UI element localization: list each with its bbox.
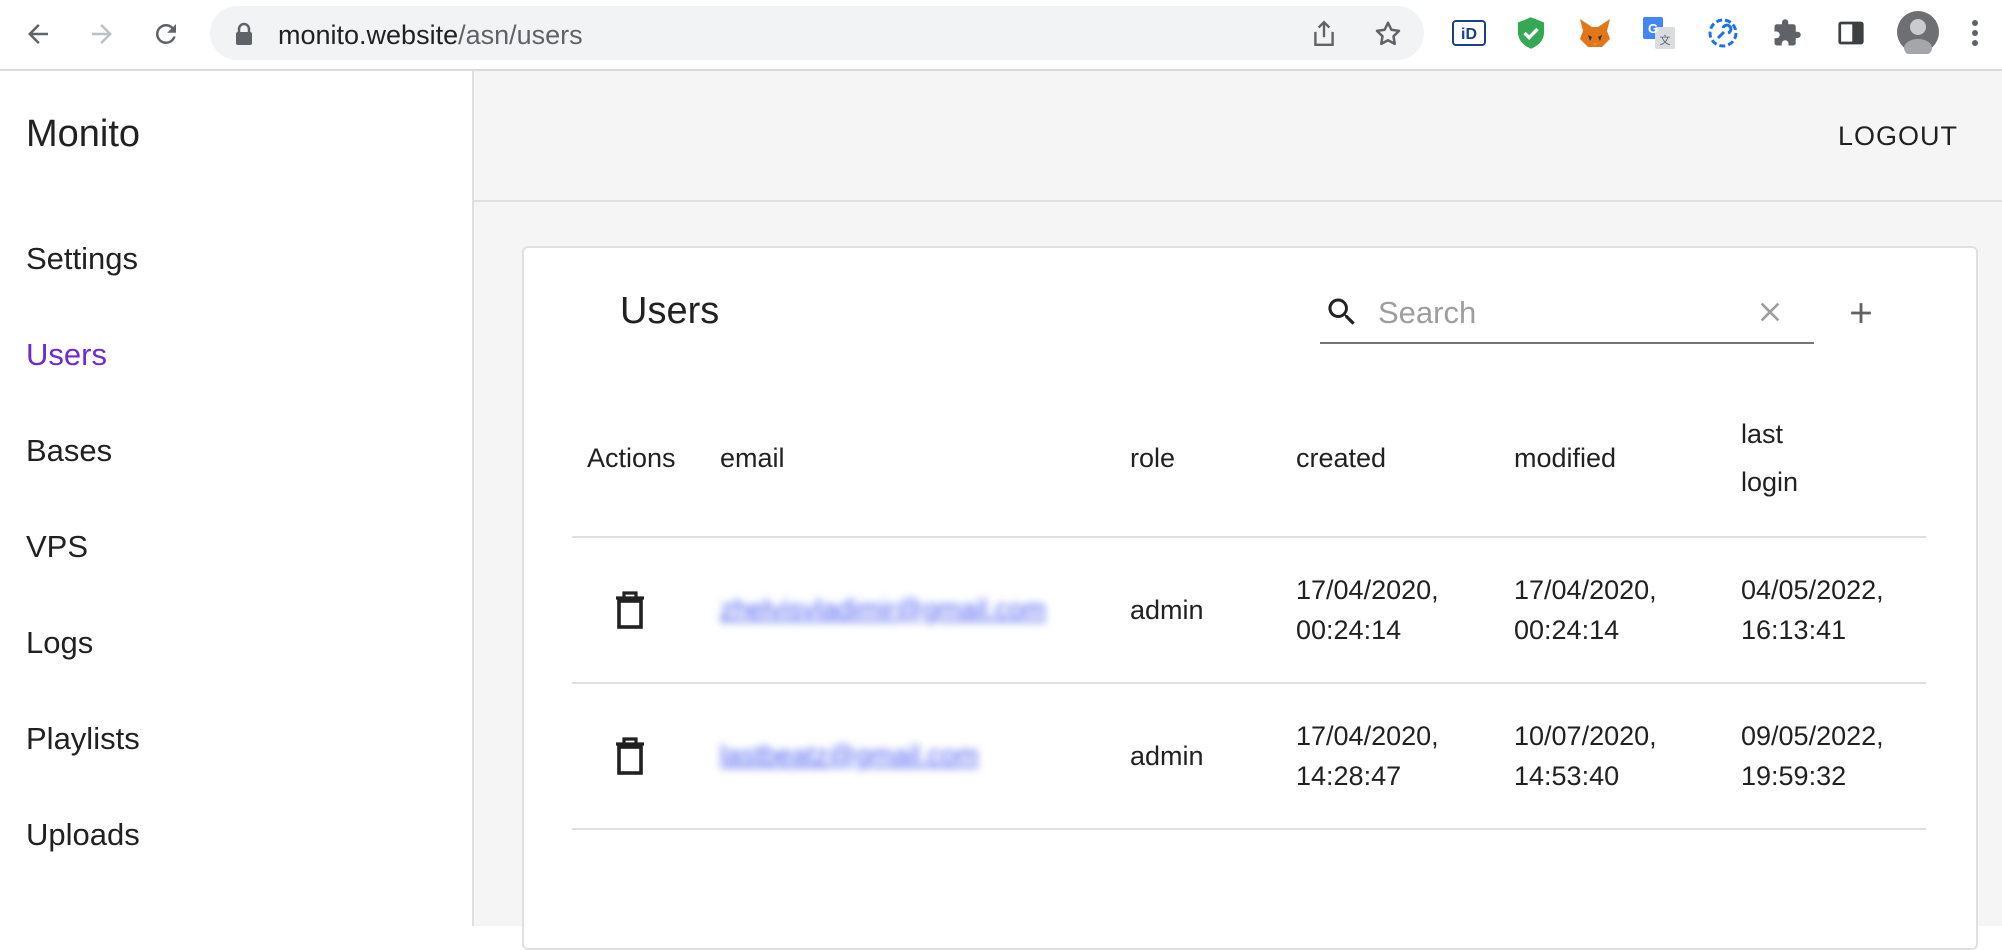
url-text: monito.website/asn/users: [278, 20, 583, 51]
browser-menu-button[interactable]: [1956, 14, 1994, 52]
side-panel-button[interactable]: [1832, 14, 1870, 52]
sidebar: Monito Settings Users Bases VPS Logs Pla…: [0, 71, 474, 926]
sidebar-item-logs[interactable]: Logs: [26, 625, 93, 661]
sidebar-item-users[interactable]: Users: [26, 337, 107, 373]
modified-time: 14:53:40: [1514, 761, 1620, 791]
column-header-role[interactable]: role: [1130, 434, 1175, 482]
sidebar-item-uploads[interactable]: Uploads: [26, 817, 140, 853]
search-field: [1320, 286, 1814, 344]
column-header-email[interactable]: email: [720, 434, 785, 482]
plus-icon: [1851, 303, 1871, 323]
translate-icon: G文: [1643, 17, 1675, 49]
share-icon: [1314, 20, 1334, 46]
back-arrow-icon: [28, 24, 48, 44]
modified-date: 17/04/2020,: [1514, 575, 1657, 605]
header-divider: [572, 536, 1926, 538]
sidebar-item-playlists[interactable]: Playlists: [26, 721, 140, 757]
trash-icon: [616, 737, 644, 775]
column-header-last-login-line2: login: [1741, 467, 1799, 497]
created-time: 00:24:14: [1296, 615, 1402, 645]
ext-shield-button[interactable]: [1512, 14, 1550, 52]
reload-icon: [156, 24, 176, 44]
sidebar-item-settings[interactable]: Settings: [26, 241, 138, 277]
column-header-modified[interactable]: modified: [1514, 434, 1616, 482]
profile-avatar[interactable]: [1896, 10, 1940, 54]
last-login-date: 04/05/2022,: [1741, 575, 1884, 605]
svg-text:iD: iD: [1461, 26, 1477, 43]
column-header-last-login-line1: last: [1741, 419, 1784, 449]
lock-icon: [236, 22, 252, 45]
svg-text:G: G: [1648, 21, 1658, 36]
search-icon: [1328, 298, 1355, 325]
fox-icon: [1580, 19, 1610, 47]
clear-search-icon[interactable]: [1754, 296, 1786, 328]
extensions-button[interactable]: [1768, 14, 1806, 52]
ext-id-button[interactable]: iD: [1450, 14, 1488, 52]
shield-icon: [1517, 17, 1545, 49]
forward-button[interactable]: [80, 12, 124, 56]
created-date: 17/04/2020,: [1296, 575, 1439, 605]
user-email-link[interactable]: lastbeatz@gmail.com: [720, 740, 979, 771]
app-header: LOGOUT: [474, 71, 2002, 202]
add-user-button[interactable]: [1840, 292, 1882, 334]
star-icon: [1375, 21, 1401, 46]
delete-button[interactable]: [610, 588, 650, 632]
sidebar-item-vps[interactable]: VPS: [26, 529, 88, 565]
user-email-link[interactable]: zhelvisvladimir@gmail.com: [720, 594, 1046, 625]
magnifier-wrench-icon: [1708, 18, 1738, 48]
share-button[interactable]: [1308, 18, 1340, 50]
ext-translate-button[interactable]: G文: [1640, 14, 1678, 52]
column-header-created[interactable]: created: [1296, 434, 1386, 482]
ext-fox-button[interactable]: [1576, 14, 1614, 52]
id-extension-icon: iD: [1452, 20, 1486, 46]
side-panel-icon: [1838, 21, 1864, 45]
user-role: admin: [1130, 595, 1204, 625]
more-vert-icon: [1972, 20, 1978, 46]
url-host: monito.website: [278, 20, 459, 50]
forward-arrow-icon: [92, 24, 112, 44]
row-divider: [572, 682, 1926, 684]
user-role: admin: [1130, 741, 1204, 771]
back-button[interactable]: [16, 12, 60, 56]
created-date: 17/04/2020,: [1296, 721, 1439, 751]
sidebar-item-bases[interactable]: Bases: [26, 433, 112, 469]
browser-toolbar: monito.website/asn/users iD G文: [0, 0, 2002, 71]
row-divider: [572, 828, 1926, 830]
last-login-date: 09/05/2022,: [1741, 721, 1884, 751]
svg-text:文: 文: [1660, 33, 1671, 47]
page-title: Users: [620, 290, 720, 332]
modified-time: 00:24:14: [1514, 615, 1620, 645]
delete-button[interactable]: [610, 734, 650, 778]
created-time: 14:28:47: [1296, 761, 1402, 791]
avatar-icon: [1897, 11, 1939, 54]
search-input[interactable]: [1376, 290, 1740, 336]
ext-tools-button[interactable]: [1704, 14, 1742, 52]
bookmark-button[interactable]: [1372, 18, 1404, 50]
last-login-time: 16:13:41: [1741, 615, 1847, 645]
url-path: /asn/users: [458, 20, 583, 50]
address-bar[interactable]: monito.website/asn/users: [210, 6, 1424, 60]
last-login-time: 19:59:32: [1741, 761, 1847, 791]
modified-date: 10/07/2020,: [1514, 721, 1657, 751]
reload-button[interactable]: [144, 12, 188, 56]
logout-button[interactable]: LOGOUT: [1838, 121, 1958, 152]
app-title: Monito: [26, 113, 141, 155]
trash-icon: [616, 591, 644, 629]
column-header-actions: Actions: [587, 443, 676, 473]
puzzle-icon: [1774, 19, 1801, 46]
